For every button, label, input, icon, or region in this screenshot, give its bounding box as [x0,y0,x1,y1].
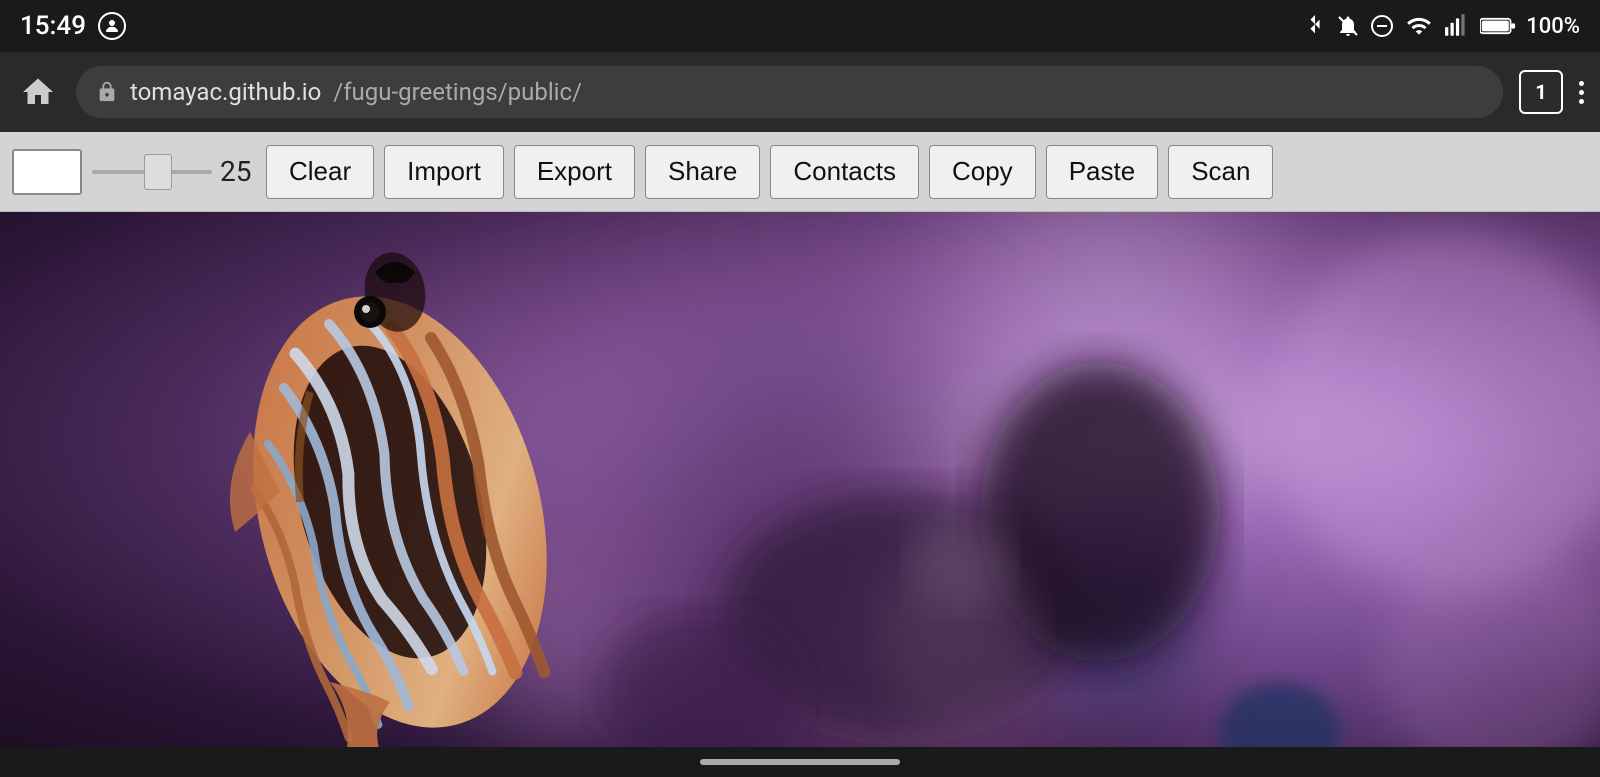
bluetooth-icon [1304,13,1326,39]
wifi-icon [1404,13,1434,39]
clear-button[interactable]: Clear [266,145,374,199]
main-content [0,212,1600,777]
mute-icon [1336,13,1360,39]
copy-button[interactable]: Copy [929,145,1036,199]
color-swatch[interactable] [12,149,82,195]
brush-size-slider[interactable] [92,170,212,174]
browser-right: 1 [1519,70,1584,114]
toolbar: 25 Clear Import Export Share Contacts Co… [0,132,1600,212]
battery-icon [1480,15,1516,37]
slider-thumb[interactable] [144,154,172,190]
scan-button[interactable]: Scan [1168,145,1273,199]
more-button[interactable] [1579,81,1584,104]
tab-count-button[interactable]: 1 [1519,70,1563,114]
nav-indicator [0,747,1600,777]
slider-container: 25 [92,155,256,188]
home-button[interactable] [16,70,60,114]
status-left: 15:49 [20,11,126,41]
slider-value: 25 [220,155,256,188]
profile-icon [98,12,126,40]
export-button[interactable]: Export [514,145,635,199]
nav-pill [700,759,900,765]
battery-percentage: 100% [1526,14,1580,39]
contacts-button[interactable]: Contacts [770,145,919,199]
address-bar[interactable]: tomayac.github.io/fugu-greetings/public/ [76,66,1503,118]
paste-button[interactable]: Paste [1046,145,1159,199]
status-time: 15:49 [20,11,86,41]
signal-icon [1444,13,1470,39]
address-domain: tomayac.github.io [130,78,321,106]
lock-icon [96,80,118,104]
status-bar: 15:49 [0,0,1600,52]
status-right: 100% [1304,13,1580,39]
share-button[interactable]: Share [645,145,760,199]
browser-bar: tomayac.github.io/fugu-greetings/public/… [0,52,1600,132]
fish-image [0,212,1600,777]
import-button[interactable]: Import [384,145,504,199]
dnd-icon [1370,13,1394,39]
fish-scene [0,212,1600,777]
address-path: /fugu-greetings/public/ [333,78,582,106]
